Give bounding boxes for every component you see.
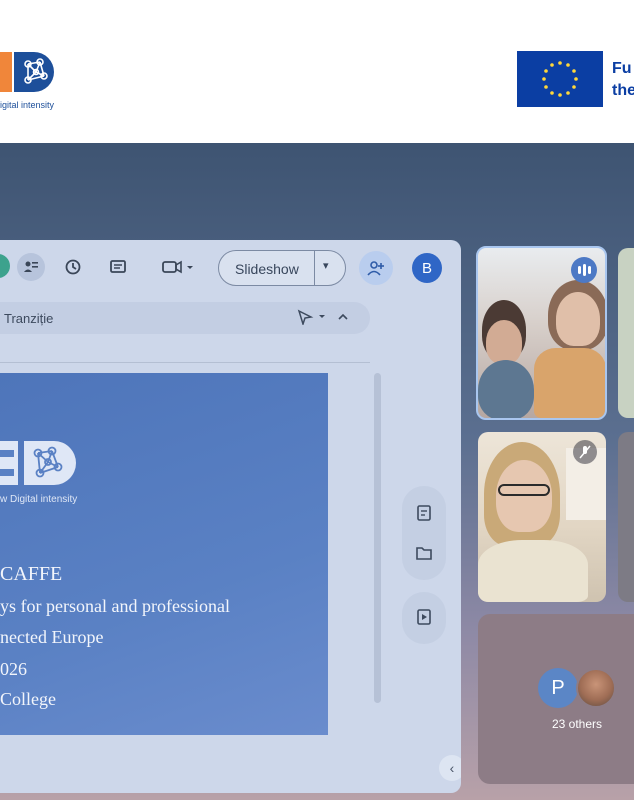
slideshow-label: Slideshow	[235, 261, 299, 277]
people-icon[interactable]	[17, 253, 45, 281]
folder-icon[interactable]	[414, 544, 434, 564]
menu-transition[interactable]: Tranziție	[4, 311, 53, 326]
ruler	[0, 357, 370, 363]
history-icon[interactable]	[59, 253, 87, 281]
glasses-icon	[498, 484, 550, 496]
slides-toolbar: Slideshow ▾ B	[0, 240, 461, 295]
slides-menubar: Tranziție	[0, 302, 370, 334]
select-tool-icon[interactable]	[297, 309, 357, 328]
participant-tile-partial[interactable]	[618, 248, 634, 418]
presentation-icon[interactable]	[414, 608, 434, 628]
logo-e-shape	[0, 52, 12, 92]
eu-flag-icon	[517, 51, 603, 107]
participant-face	[486, 320, 522, 364]
avatar-photo	[576, 668, 616, 708]
slide-text-line2: ys for personal and professional	[0, 596, 230, 616]
eu-text-line1: Fu	[612, 60, 632, 77]
speaking-indicator-icon	[571, 257, 597, 283]
slide-canvas[interactable]: w Digital intensity CAFFE ys for persona…	[0, 373, 328, 735]
slide-title: CAFFE	[0, 563, 63, 585]
keep-notes-icon[interactable]	[414, 504, 434, 524]
avatar: P	[538, 668, 578, 708]
chevron-down-icon[interactable]: ▾	[323, 259, 329, 272]
participant-body	[478, 360, 534, 418]
participant-body	[478, 540, 588, 602]
chevron-left-icon[interactable]: ‹	[439, 755, 461, 781]
rail-group-top	[402, 486, 446, 580]
user-avatar[interactable]: B	[412, 253, 442, 283]
shared-screen-slides: Slideshow ▾ B Tranziție w Digital intens…	[0, 240, 461, 793]
pill-divider	[314, 251, 315, 285]
slideshow-button[interactable]: Slideshow ▾	[218, 250, 346, 286]
side-panel-rail	[402, 486, 446, 644]
rail-group-bottom	[402, 592, 446, 644]
add-person-icon[interactable]	[359, 251, 393, 285]
slide-text-line4: 026	[0, 659, 27, 679]
header-banner: igital intensity Fu the	[0, 0, 634, 143]
slide-text-line3: nected Europe	[0, 627, 104, 647]
slide-logo	[0, 439, 82, 489]
network-icon	[24, 58, 48, 84]
mic-off-icon	[573, 440, 597, 464]
slide-text-line5: College	[0, 689, 56, 709]
camera-menu-button[interactable]	[155, 253, 201, 281]
comment-icon[interactable]	[104, 253, 132, 281]
logo-d-shape	[14, 52, 54, 92]
vertical-scrollbar[interactable]	[374, 373, 381, 703]
others-count-label: 23 others	[551, 717, 603, 731]
user-status-dot	[0, 254, 10, 278]
eu-funding-text: Fu the	[612, 58, 634, 102]
participant-body	[534, 348, 605, 418]
participant-face	[556, 292, 600, 346]
slide-logo-tagline: w Digital intensity	[0, 494, 78, 505]
logo-tagline: igital intensity	[0, 100, 55, 110]
participant-tile-partial-2[interactable]	[618, 432, 634, 602]
eu-text-line2: the	[612, 82, 634, 99]
participant-face	[496, 460, 552, 532]
